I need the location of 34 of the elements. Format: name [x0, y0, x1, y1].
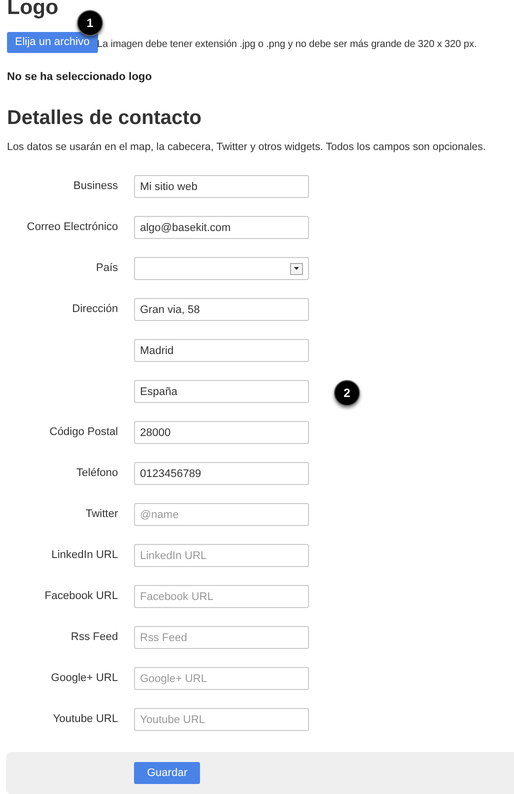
input-field[interactable]: @name [134, 503, 309, 526]
field-label: LinkedIn URL [50, 548, 118, 564]
field-label: Rss Feed [70, 630, 118, 646]
input-field[interactable]: 0123456789 [134, 462, 309, 485]
field-label: Google+ URL [50, 671, 118, 686]
status-text: No se ha seleccionado logo [7, 70, 152, 85]
input-field[interactable]: LinkedIn URL [134, 544, 309, 567]
field-label: Código Postal [48, 425, 118, 440]
field-label: Facebook URL [44, 589, 118, 604]
save-button[interactable]: Guardar [134, 762, 200, 784]
field-label: Business [72, 179, 118, 194]
input-field[interactable]: España [134, 380, 309, 403]
field-label: Youtube URL [52, 712, 118, 728]
callout-badge: 2 [334, 380, 360, 406]
caret-icon [290, 262, 303, 274]
input-field[interactable]: Youtube URL [134, 708, 309, 731]
upload-button[interactable]: Elija un archivo [7, 32, 98, 53]
input-field[interactable]: algo@basekit.com [134, 216, 309, 239]
input-field[interactable]: Rss Feed [134, 626, 309, 649]
field-label: Teléfono [75, 466, 118, 482]
input-field[interactable]: 28000 [134, 421, 309, 444]
select-field[interactable] [134, 257, 309, 280]
section-heading: Detalles de contacto [7, 106, 202, 130]
field-label: Twitter [84, 507, 118, 522]
field-label: País [94, 261, 118, 276]
callout-badge: 1 [77, 10, 103, 36]
input-field[interactable]: Madrid [134, 339, 309, 362]
input-field[interactable]: Gran via, 58 [134, 298, 309, 321]
field-label: Correo Electrónico [26, 220, 118, 236]
input-field[interactable]: Facebook URL [134, 585, 309, 608]
input-field[interactable]: Google+ URL [134, 667, 309, 690]
input-field[interactable]: Mi sitio web [134, 175, 309, 198]
description-text: Los datos se usarán en el map, la cabecera, Twitter y otros widgets. Todos los campos son opcionales. [7, 140, 486, 155]
field-label: Dirección [71, 302, 118, 318]
